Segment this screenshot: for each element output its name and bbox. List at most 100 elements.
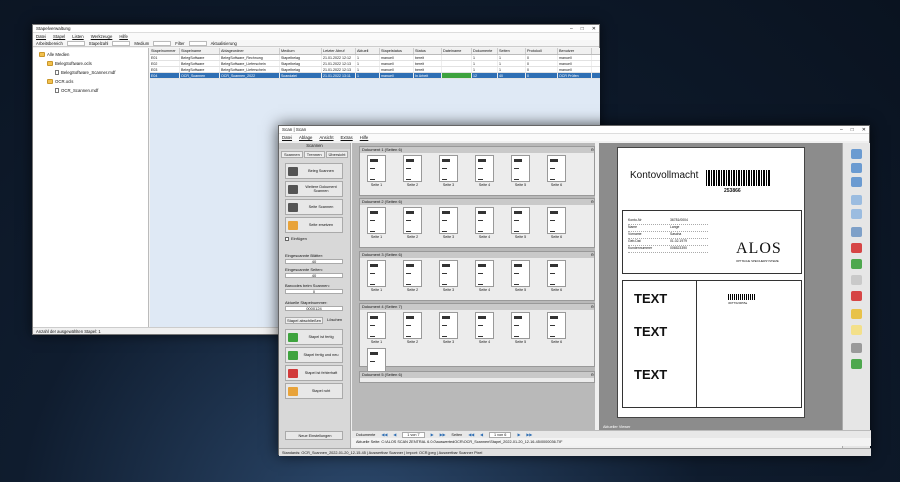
document-group[interactable]: Dokument 4 (Seiten 7) ⊖ Seite 1 Seite 2 Seit… (359, 303, 595, 380)
close-icon[interactable]: ✕ (592, 26, 596, 32)
menu-stapel[interactable]: Stapel (53, 34, 65, 39)
rotate-left-icon[interactable] (851, 195, 862, 205)
remove-doc-icon[interactable] (851, 291, 862, 301)
zoom-out-icon[interactable] (851, 163, 862, 173)
tab-delete[interactable]: Löschen (326, 317, 343, 324)
page-thumbnail[interactable]: Seite 1 (363, 260, 390, 292)
column-header[interactable]: Stapelnummer (150, 48, 180, 54)
page-thumbnail[interactable]: Seite 4 (471, 312, 498, 344)
page-thumbnail[interactable]: Seite 4 (471, 207, 498, 239)
add-page-icon[interactable] (851, 259, 862, 269)
collapse-icon[interactable]: ⊖ (591, 372, 594, 378)
column-header[interactable]: Dateiname (442, 48, 472, 54)
batch-done-new-button[interactable]: Stapel fertig und neu (285, 347, 343, 363)
batch-error-button[interactable]: Stapel ist fehlerhaft (285, 365, 343, 381)
column-header[interactable]: Stapelname (180, 48, 220, 54)
batch-pause-button[interactable]: Stapel ruht (285, 383, 343, 399)
notes-icon[interactable] (851, 309, 862, 319)
split-icon[interactable] (851, 275, 862, 285)
column-header[interactable]: Aktuell (356, 48, 380, 54)
page-thumbnail[interactable]: Seite 1 (363, 207, 390, 239)
move-icon[interactable] (851, 227, 862, 237)
page-thumbnail[interactable]: Seite 5 (507, 207, 534, 239)
replace-page-button[interactable]: Seite ersetzen (285, 217, 343, 233)
refresh-icon[interactable] (851, 359, 862, 369)
batch-done-button[interactable]: Stapel ist fertig (285, 329, 343, 345)
menu-hilfe[interactable]: Hilfe (360, 135, 369, 140)
minimize-icon[interactable]: – (840, 127, 843, 133)
page-position[interactable]: 1 von 6 (488, 431, 512, 438)
page-thumbnail[interactable]: Seite 6 (543, 207, 570, 239)
page-thumbnail[interactable]: Seite 3 (435, 260, 462, 292)
document-icon[interactable] (851, 325, 862, 335)
last-page-icon[interactable]: ▶▶ (526, 432, 532, 437)
page-thumbnail[interactable]: Seite 6 (543, 312, 570, 344)
delete-page-icon[interactable] (851, 243, 862, 253)
column-header[interactable]: Benutzer (558, 48, 592, 54)
collapse-icon[interactable]: ⊖ (591, 147, 594, 153)
medium-select[interactable] (153, 40, 172, 46)
menu-werkzeuge[interactable]: Werkzeuge (91, 34, 113, 39)
page-thumbnail[interactable]: Seite 5 (507, 312, 534, 344)
column-header[interactable]: Stapelstatus (380, 48, 414, 54)
menu-datei[interactable]: Datei (36, 34, 46, 39)
document-group-header[interactable]: Dokument 5 (Seiten 6) ⊖ (360, 372, 594, 378)
tab-uebersicht[interactable]: Übersicht (325, 151, 349, 158)
arbeitsbereich-select[interactable] (66, 40, 85, 46)
document-group-header[interactable]: Dokument 4 (Seiten 7) ⊖ (360, 304, 594, 310)
column-header[interactable]: Medium (280, 48, 322, 54)
collapse-icon[interactable]: ⊖ (591, 199, 594, 205)
close-icon[interactable]: ✕ (862, 127, 866, 133)
column-header[interactable]: Dokumente (472, 48, 498, 54)
filter-select[interactable] (188, 40, 207, 46)
column-header[interactable]: Status (414, 48, 442, 54)
trash-icon[interactable] (851, 343, 862, 353)
insert-checkbox[interactable]: Einfügen (285, 236, 307, 241)
new-settings-button[interactable]: Neue Einstellungen (285, 431, 343, 440)
doc-position[interactable]: 1 von 7 (402, 431, 425, 438)
fit-page-icon[interactable] (851, 177, 862, 187)
rotate-right-icon[interactable] (851, 209, 862, 219)
page-thumbnail[interactable]: Seite 6 (543, 155, 570, 187)
collapse-icon[interactable]: ⊖ (591, 304, 594, 310)
menu-listen[interactable]: Listen (72, 34, 83, 39)
page-thumbnail[interactable]: Seite 4 (471, 155, 498, 187)
last-doc-icon[interactable]: ▶▶ (440, 432, 446, 437)
document-group[interactable]: Dokument 5 (Seiten 6) ⊖ (359, 371, 595, 383)
page-thumbnail[interactable]: Seite 5 (507, 260, 534, 292)
column-header[interactable]: Ablageordner (220, 48, 280, 54)
page-thumbnail[interactable]: Seite 2 (399, 260, 426, 292)
page-thumbnail[interactable]: Seite 2 (399, 312, 426, 344)
tree-item-all[interactable]: Alle Medien (39, 52, 69, 57)
tab-scannen[interactable]: Scannen (281, 151, 303, 158)
tree-item-ocr[interactable]: OCR.ocls (47, 79, 73, 84)
page-thumbnail[interactable]: Seite 2 (399, 207, 426, 239)
page-thumbnail[interactable]: Seite 6 (543, 260, 570, 292)
maximize-icon[interactable]: □ (581, 26, 584, 32)
column-header[interactable]: Seiten (498, 48, 526, 54)
document-group[interactable]: Dokument 1 (Seiten 6) ⊖ Seite 1 Seite 2 Seit… (359, 146, 595, 196)
stapelzahl-select[interactable] (112, 40, 131, 46)
scan-page-button[interactable]: Seite Scannen (285, 199, 343, 215)
first-page-icon[interactable]: ◀◀ (468, 432, 474, 437)
prev-page-icon[interactable]: ◀ (480, 432, 483, 437)
page-thumbnail[interactable]: Seite 3 (435, 207, 462, 239)
scan-receipt-button[interactable]: Beleg Scannen (285, 163, 343, 179)
next-page-icon[interactable]: ▶ (517, 432, 520, 437)
page-thumbnail[interactable]: Seite 1 (363, 312, 390, 344)
document-group-header[interactable]: Dokument 3 (Seiten 6) ⊖ (360, 252, 594, 258)
zoom-in-icon[interactable] (851, 149, 862, 159)
menu-datei[interactable]: Datei (282, 135, 292, 140)
page-thumbnail[interactable]: Seite 1 (363, 155, 390, 187)
next-doc-icon[interactable]: ▶ (431, 432, 434, 437)
first-doc-icon[interactable]: ◀◀ (381, 432, 387, 437)
document-group-header[interactable]: Dokument 1 (Seiten 6) ⊖ (360, 147, 594, 153)
menu-extras[interactable]: Extras (341, 135, 353, 140)
document-group[interactable]: Dokument 2 (Seiten 6) ⊖ Seite 1 Seite 2 Seit… (359, 198, 595, 248)
page-thumbnail[interactable]: Seite 5 (507, 155, 534, 187)
tab-trennen[interactable]: Trennen (303, 151, 325, 158)
document-group[interactable]: Dokument 3 (Seiten 6) ⊖ Seite 1 Seite 2 Seit… (359, 251, 595, 301)
document-group-header[interactable]: Dokument 2 (Seiten 6) ⊖ (360, 199, 594, 205)
page-thumbnail[interactable]: Seite 3 (435, 312, 462, 344)
maximize-icon[interactable]: □ (851, 127, 854, 133)
